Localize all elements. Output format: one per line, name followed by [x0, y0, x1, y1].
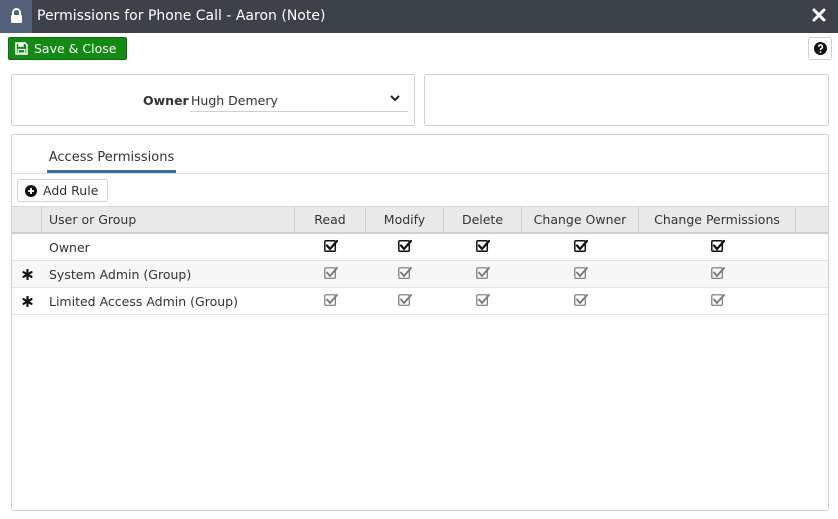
delete-checkbox[interactable] — [476, 239, 491, 256]
delete-checkbox — [476, 266, 490, 283]
question-circle-icon — [813, 42, 827, 55]
modify-checkbox — [398, 293, 412, 310]
info-panel — [424, 74, 829, 126]
owner-panel: Owner Hugh Demery — [11, 74, 415, 126]
column-header-user[interactable]: User or Group — [42, 207, 295, 232]
change-permissions-cell — [639, 288, 796, 314]
modify-cell — [366, 261, 444, 287]
owner-select[interactable]: Hugh Demery — [190, 88, 408, 112]
delete-checkbox — [476, 293, 490, 310]
modify-checkbox — [398, 266, 412, 283]
read-checkbox — [323, 266, 338, 283]
save-close-button[interactable]: Save & Close — [8, 37, 128, 60]
tab-access-permissions[interactable]: Access Permissions — [47, 147, 176, 173]
table-row: Owner — [12, 234, 828, 261]
read-cell — [295, 261, 366, 287]
required-marker-cell — [12, 288, 42, 314]
user-or-group-cell: Limited Access Admin (Group) — [49, 293, 238, 309]
change-owner-checkbox — [573, 293, 588, 310]
modify-cell — [366, 234, 444, 260]
column-header-delete[interactable]: Delete — [444, 207, 522, 232]
change-owner-cell — [522, 288, 639, 314]
add-rule-button[interactable]: Add Rule — [17, 179, 109, 202]
delete-cell — [444, 261, 522, 287]
change-owner-checkbox[interactable] — [573, 239, 588, 256]
window-title: Permissions for Phone Call - Aaron (Note… — [37, 8, 326, 24]
delete-cell — [444, 234, 522, 260]
table-header: User or Group Read Modify Delete Change … — [12, 206, 828, 234]
change-owner-cell — [522, 234, 639, 260]
change-permissions-checkbox — [710, 293, 725, 310]
header-required — [12, 207, 42, 232]
required-marker-cell — [12, 261, 42, 287]
read-checkbox — [323, 293, 338, 310]
tab-divider — [12, 173, 828, 174]
column-header-read[interactable]: Read — [295, 207, 366, 232]
lock-icon — [0, 0, 32, 33]
permissions-table: User or Group Read Modify Delete Change … — [12, 206, 828, 315]
permissions-panel: Access Permissions Add Rule User or Grou… — [11, 134, 829, 511]
close-icon[interactable] — [812, 8, 826, 22]
change-permissions-checkbox[interactable] — [710, 239, 725, 256]
change-permissions-cell — [639, 261, 796, 287]
column-header-modify[interactable]: Modify — [366, 207, 444, 232]
help-button[interactable] — [808, 37, 832, 60]
read-checkbox[interactable] — [323, 239, 338, 256]
user-or-group-cell: System Admin (Group) — [49, 266, 192, 282]
floppy-disk-icon — [15, 42, 28, 55]
window-titlebar: Permissions for Phone Call - Aaron (Note… — [0, 0, 838, 33]
table-row: Limited Access Admin (Group) — [12, 288, 828, 315]
table-body: Owner System Admin (Group) Limited Access … — [12, 234, 828, 315]
modify-checkbox[interactable] — [398, 239, 413, 256]
required-marker-cell — [12, 234, 42, 260]
read-cell — [295, 234, 366, 260]
asterisk-icon — [21, 295, 33, 307]
plus-circle-icon — [25, 184, 37, 197]
column-header-change-permissions[interactable]: Change Permissions — [639, 207, 796, 232]
change-owner-cell — [522, 261, 639, 287]
asterisk-icon — [21, 268, 33, 280]
read-cell — [295, 288, 366, 314]
change-owner-checkbox — [573, 266, 588, 283]
chevron-down-icon — [390, 95, 400, 102]
table-row: System Admin (Group) — [12, 261, 828, 288]
change-permissions-cell — [639, 234, 796, 260]
user-or-group-cell: Owner — [49, 239, 90, 255]
column-header-change-owner[interactable]: Change Owner — [522, 207, 639, 232]
modify-cell — [366, 288, 444, 314]
save-close-label: Save & Close — [34, 41, 117, 56]
delete-cell — [444, 288, 522, 314]
change-permissions-checkbox — [710, 266, 725, 283]
owner-label: Owner — [143, 93, 189, 108]
owner-value: Hugh Demery — [191, 93, 278, 108]
add-rule-label: Add Rule — [43, 183, 99, 198]
